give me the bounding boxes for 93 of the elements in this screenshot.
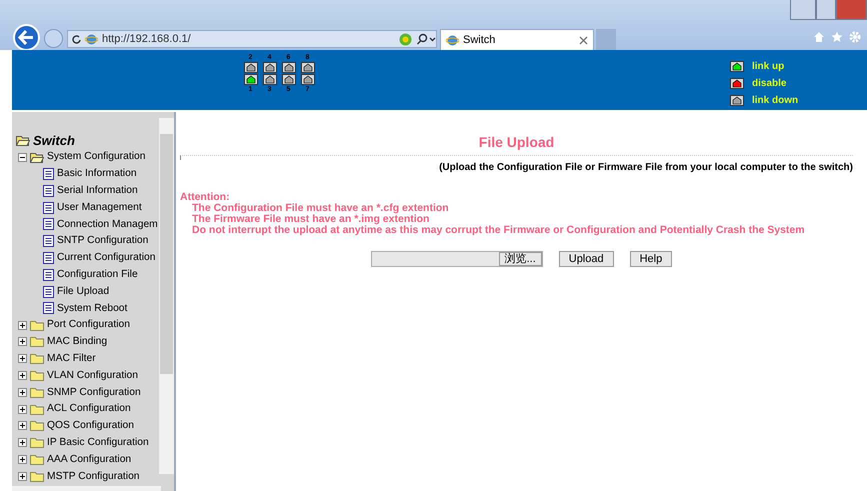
expand-icon[interactable] xyxy=(18,438,27,448)
tree-item[interactable]: VLAN Configuration xyxy=(47,368,138,384)
expand-icon[interactable] xyxy=(18,320,27,330)
tree-root-label[interactable]: Switch xyxy=(33,130,75,150)
document-icon xyxy=(43,184,54,197)
port-icon xyxy=(730,78,744,89)
attention-note: The Firmware File must have an *.img extention xyxy=(191,214,430,224)
port-icon xyxy=(262,74,276,85)
legend-label: link down xyxy=(752,94,798,108)
document-icon xyxy=(43,235,54,248)
minimize-button[interactable] xyxy=(790,0,816,20)
expand-icon[interactable] xyxy=(18,421,27,430)
maximize-button[interactable] xyxy=(816,0,836,20)
expand-icon[interactable] xyxy=(18,404,27,414)
vertical-scrollbar[interactable] xyxy=(159,118,174,474)
open-folder-icon xyxy=(16,134,30,146)
folder-icon xyxy=(30,386,44,398)
folder-icon xyxy=(30,370,44,382)
port-icon xyxy=(300,74,314,85)
expand-icon[interactable] xyxy=(18,337,27,346)
expand-icon[interactable] xyxy=(18,472,27,481)
folder-icon xyxy=(30,404,44,415)
port-icon xyxy=(282,62,296,73)
page-subtitle: (Upload the Configuration File or Firmware File from your local computer to the switch) xyxy=(438,161,853,175)
tree-item[interactable]: SNMP Configuration xyxy=(47,384,141,400)
folder-icon xyxy=(30,336,44,348)
document-icon xyxy=(43,252,54,264)
port-icon xyxy=(262,62,276,73)
expand-icon[interactable] xyxy=(18,388,27,397)
tree-item[interactable]: Basic Information xyxy=(57,166,137,182)
tree-item[interactable]: Port Configuration xyxy=(47,317,130,333)
tree-item[interactable]: AAA Configuration xyxy=(47,452,132,468)
tree-item[interactable]: System Configuration xyxy=(47,149,146,165)
browser-tab[interactable]: Switch xyxy=(440,29,594,50)
search-icon[interactable] xyxy=(416,33,436,45)
back-button[interactable] xyxy=(13,24,40,51)
close-icon[interactable] xyxy=(579,36,588,44)
horizontal-scrollbar[interactable] xyxy=(12,486,161,491)
address-bar[interactable]: http://192.168.0.1/ xyxy=(67,30,437,48)
folder-icon xyxy=(30,420,44,432)
document-icon xyxy=(43,268,54,281)
tree-item[interactable]: User Management xyxy=(57,200,142,216)
attention-note: Do not interrupt the upload at anytime as this may corrupt the Firmware or Configuration and Potentially Crash the System xyxy=(191,224,806,236)
port-icon xyxy=(244,62,258,73)
tree-item[interactable]: System Reboot xyxy=(57,300,128,316)
document-icon xyxy=(43,218,54,230)
port-icon xyxy=(282,74,296,85)
globe-icon xyxy=(85,32,98,46)
tree-item[interactable]: Current Configuration xyxy=(57,250,156,266)
expand-icon[interactable] xyxy=(18,455,27,464)
port-icon xyxy=(300,62,314,73)
legend-label: disable xyxy=(752,77,786,91)
expand-icon[interactable] xyxy=(18,354,27,364)
tree-item[interactable]: File Upload xyxy=(57,284,110,300)
port-icon xyxy=(730,61,744,72)
star-icon[interactable] xyxy=(831,31,843,43)
globe-icon xyxy=(446,34,459,46)
folder-icon xyxy=(30,470,44,482)
url-text: http://192.168.0.1/ xyxy=(102,32,191,47)
scrollbar-thumb[interactable] xyxy=(160,134,173,374)
port-icon xyxy=(730,95,744,106)
document-icon xyxy=(43,286,54,298)
folder-icon xyxy=(30,320,44,331)
tree-item[interactable]: Configuration File xyxy=(57,267,138,282)
tree-item[interactable]: MSTP Configuration xyxy=(47,468,140,484)
tree-item[interactable]: SNTP Configuration xyxy=(57,233,148,249)
action-button[interactable]: Upload xyxy=(558,250,614,266)
legend-label: link up xyxy=(752,60,784,74)
tree-item[interactable]: IP Basic Configuration xyxy=(47,435,149,450)
document-icon xyxy=(43,202,54,214)
refresh-icon xyxy=(72,34,81,44)
document-icon xyxy=(43,302,54,314)
port-icon xyxy=(244,74,258,85)
open-folder-icon xyxy=(30,152,44,163)
attention-heading: Attention: xyxy=(180,192,231,202)
action-button[interactable]: Help xyxy=(630,250,672,266)
folder-icon xyxy=(30,454,44,466)
tree-item[interactable]: MAC Binding xyxy=(47,334,108,350)
document-icon xyxy=(43,168,54,180)
collapse-icon[interactable] xyxy=(18,152,27,162)
tree-item[interactable]: MAC Filter xyxy=(47,351,96,366)
tree-item[interactable]: Connection Managem xyxy=(57,216,158,232)
folder-icon xyxy=(30,353,44,364)
tree-item[interactable]: Serial Information xyxy=(57,183,138,198)
expand-icon[interactable] xyxy=(18,371,27,380)
tree-item[interactable]: QOS Configuration xyxy=(47,418,134,434)
attention-note: The Configuration File must have an *.cfg extention xyxy=(191,202,450,214)
file-input[interactable]: 浏览... xyxy=(370,250,543,266)
tree-item[interactable]: ACL Configuration xyxy=(47,401,131,417)
page-title: File Upload xyxy=(478,133,556,152)
browse-button[interactable]: 浏览... xyxy=(498,252,542,266)
folder-icon xyxy=(30,437,44,448)
tab-title: Switch xyxy=(463,32,496,48)
